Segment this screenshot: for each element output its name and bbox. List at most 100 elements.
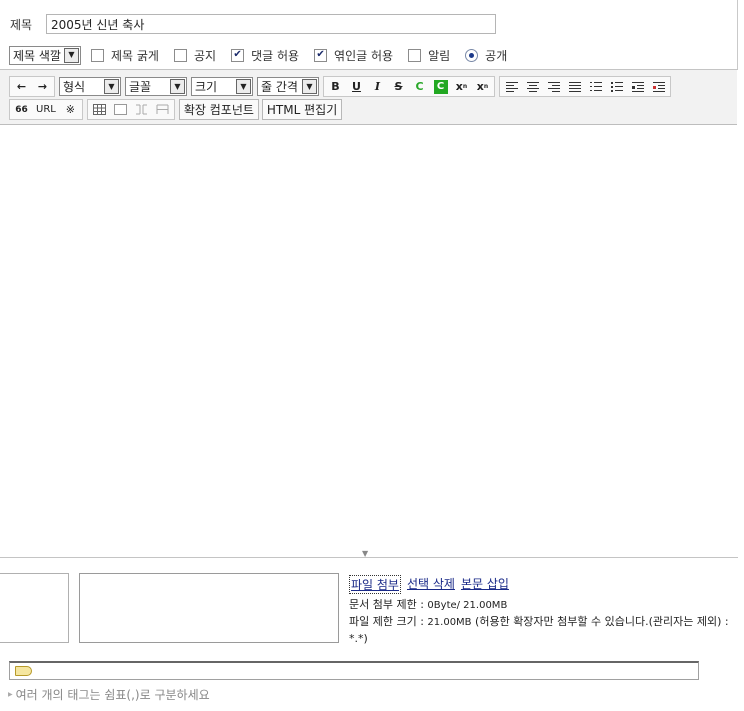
font-size-select-label: 크기 (195, 80, 218, 94)
align-justify-button[interactable] (565, 78, 584, 96)
allow-comments-label: 댓글 허용 (251, 48, 300, 63)
special-char-button[interactable]: ※ (61, 101, 80, 119)
notify-label: 알림 (428, 48, 451, 63)
toolbar-row-2: 66 URL ※ 확장 컴포넌트 HTML 편집기 (9, 99, 345, 120)
tag-input-box[interactable] (9, 661, 699, 680)
subscript-icon: x (476, 80, 484, 93)
superscript-icon: x (455, 80, 463, 93)
subscript-button[interactable]: xn (473, 78, 492, 96)
bold-button[interactable]: B (326, 78, 345, 96)
align-left-button[interactable] (502, 78, 521, 96)
merge-cells-icon (135, 104, 147, 115)
strikethrough-button[interactable]: S (389, 78, 408, 96)
indent-icon (652, 81, 665, 92)
notice-checkbox[interactable] (173, 48, 187, 62)
merge-cells-button[interactable] (132, 101, 151, 119)
outdent-button[interactable] (628, 78, 647, 96)
align-center-button[interactable] (523, 78, 542, 96)
document-limit-value: 0Byte/ 21.00MB (427, 600, 508, 611)
notice-option[interactable]: 공지 (173, 47, 217, 64)
font-size-select[interactable]: 크기 ▼ (191, 77, 253, 96)
line-height-select-label: 줄 간격 (261, 80, 298, 94)
insert-group: 66 URL ※ (9, 99, 83, 120)
chevron-down-icon: ▼ (170, 79, 185, 94)
italic-button[interactable]: I (368, 78, 387, 96)
undo-button[interactable]: ← (12, 78, 31, 96)
notice-label: 공지 (193, 48, 217, 63)
align-justify-icon (568, 81, 581, 92)
public-radio[interactable] (465, 48, 479, 62)
allow-comments-option[interactable]: ✔ 댓글 허용 (231, 47, 299, 64)
font-select-label: 글꼴 (129, 80, 152, 94)
quote-button[interactable]: 66 (12, 101, 31, 119)
subscript-marker: n (483, 83, 489, 90)
indent-button[interactable] (649, 78, 668, 96)
bold-title-checkbox[interactable] (90, 48, 104, 62)
allow-comments-checkbox[interactable]: ✔ (231, 48, 245, 62)
attachment-actions: 파일 첨부 선택 삭제 본문 삽입 (349, 575, 515, 594)
chevron-down-icon: ▼ (63, 47, 79, 63)
superscript-button[interactable]: xn (452, 78, 471, 96)
title-color-select-label: 제목 색깔 (13, 48, 61, 63)
chevron-down-icon: ▼ (302, 79, 317, 94)
radio-selected-dot (469, 52, 475, 58)
split-cells-button[interactable] (153, 101, 172, 119)
underline-button[interactable]: U (347, 78, 366, 96)
toolbar-row-1: ← → 형식 ▼ 글꼴 ▼ 크기 ▼ 줄 간격 ▼ B U I S C C x … (9, 76, 675, 97)
file-limit-label: 파일 제한 크기 : (349, 615, 428, 628)
editor-content-area[interactable] (0, 126, 737, 550)
insert-into-body-link[interactable]: 본문 삽입 (461, 575, 509, 594)
redo-button[interactable]: → (33, 78, 52, 96)
table-group (86, 99, 175, 120)
delete-selected-link[interactable]: 선택 삭제 (407, 575, 455, 594)
extension-component-button[interactable]: 확장 컴포넌트 (178, 99, 259, 120)
allow-trackback-label: 엮인글 허용 (334, 48, 394, 63)
bullet-arrow-icon: ▶ (8, 691, 13, 698)
font-color-button[interactable]: C (410, 78, 429, 96)
tag-hint: ▶ 여러 개의 태그는 쉼표(,)로 구분하세요 (8, 686, 210, 703)
notify-checkbox[interactable] (408, 48, 422, 62)
history-group: ← → (9, 76, 55, 97)
attachment-info: 문서 첨부 제한 : 0Byte/ 21.00MB 파일 제한 크기 : 21.… (349, 597, 741, 647)
title-color-select[interactable]: 제목 색깔 ▼ (9, 45, 81, 65)
post-options-row: 제목 색깔 ▼ 제목 굵게 공지 ✔ 댓글 허용 ✔ 엮인글 허용 알림 공개 (9, 45, 507, 65)
line-height-select[interactable]: 줄 간격 ▼ (257, 77, 319, 96)
insert-table-button[interactable] (90, 101, 109, 119)
wysiwyg-editor: ← → 형식 ▼ 글꼴 ▼ 크기 ▼ 줄 간격 ▼ B U I S C C x … (0, 69, 738, 558)
attach-file-link[interactable]: 파일 첨부 (349, 575, 401, 594)
html-editor-button[interactable]: HTML 편집기 (261, 99, 343, 120)
tag-icon (15, 666, 32, 676)
paragraph-group (499, 76, 671, 97)
notify-option[interactable]: 알림 (408, 47, 450, 64)
format-select[interactable]: 형식 ▼ (59, 77, 121, 96)
public-label: 공개 (485, 48, 508, 63)
align-left-icon (505, 81, 518, 92)
table-cell-button[interactable] (111, 101, 130, 119)
bold-title-option[interactable]: 제목 굵게 (90, 47, 159, 64)
unordered-list-button[interactable] (607, 78, 626, 96)
document-attach-limit: 문서 첨부 제한 : 0Byte/ 21.00MB (349, 597, 741, 614)
url-button[interactable]: URL (33, 101, 59, 119)
text-style-group: B U I S C C xn xn (323, 76, 495, 97)
title-input[interactable] (46, 14, 496, 34)
editor-resize-handle[interactable]: ▼ (362, 549, 368, 558)
outdent-icon (631, 81, 644, 92)
title-label: 제목 (10, 18, 33, 32)
file-limit-value: 21.00MB (427, 617, 472, 628)
ordered-list-button[interactable] (586, 78, 605, 96)
align-right-icon (547, 81, 560, 92)
allow-trackback-option[interactable]: ✔ 엮인글 허용 (314, 47, 393, 64)
superscript-marker: n (462, 83, 468, 90)
allow-trackback-checkbox[interactable]: ✔ (314, 48, 328, 62)
chevron-down-icon: ▼ (104, 79, 119, 94)
document-limit-label: 문서 첨부 제한 : (349, 598, 428, 611)
public-option[interactable]: 공개 (465, 47, 507, 64)
editor-toolbar: ← → 형식 ▼ 글꼴 ▼ 크기 ▼ 줄 간격 ▼ B U I S C C x … (0, 70, 737, 125)
font-select[interactable]: 글꼴 ▼ (125, 77, 187, 96)
background-color-icon: C (433, 79, 448, 94)
attachment-file-list[interactable] (79, 573, 339, 643)
ordered-list-icon (589, 81, 602, 92)
tag-hint-text: 여러 개의 태그는 쉼표(,)로 구분하세요 (15, 688, 210, 702)
align-right-button[interactable] (544, 78, 563, 96)
background-color-button[interactable]: C (431, 78, 450, 96)
